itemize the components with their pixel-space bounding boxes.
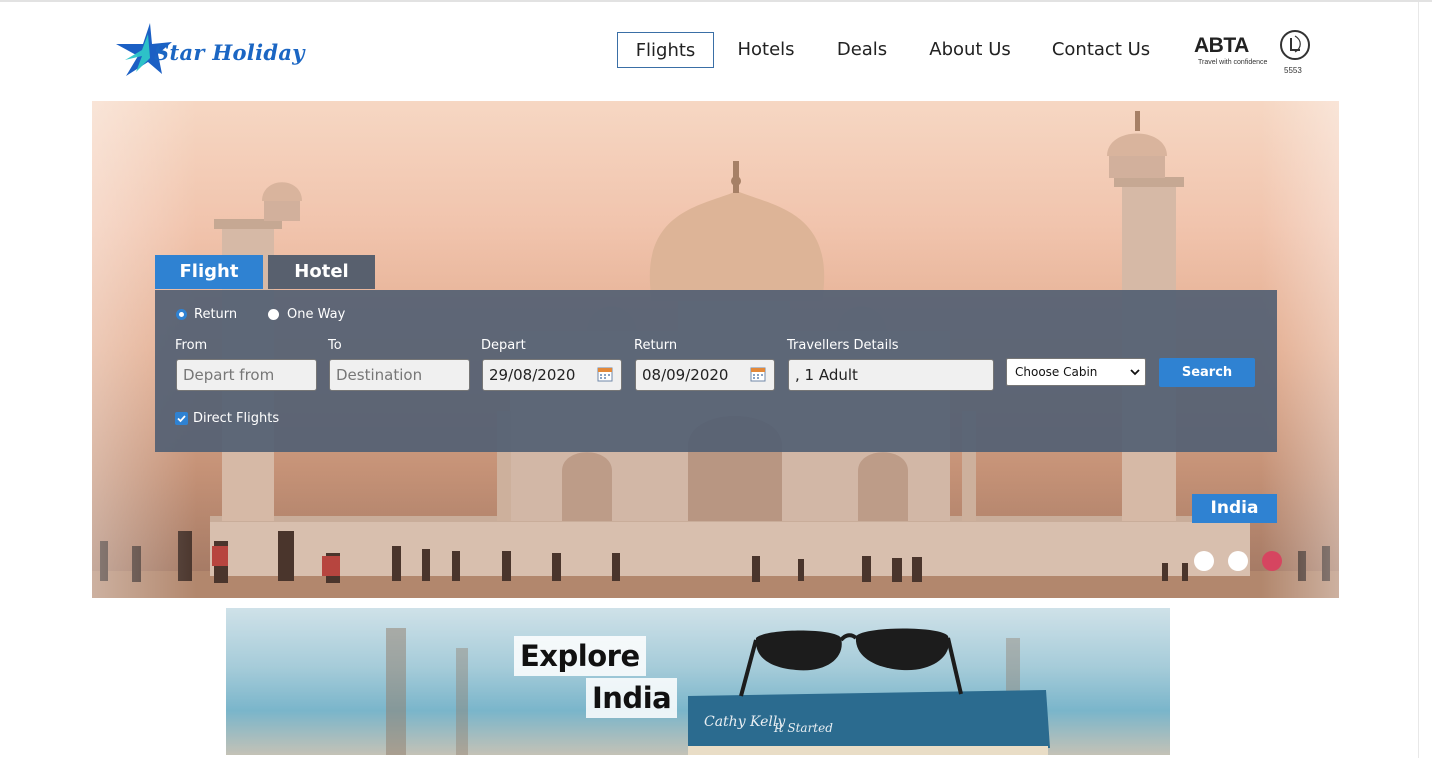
explore-banner[interactable]: Cathy Kelly It Started Explore India <box>226 608 1170 755</box>
nav-flights[interactable]: Flights <box>617 32 714 68</box>
slider-dot-2[interactable] <box>1228 551 1248 571</box>
depart-from-input[interactable]: Depart from <box>176 359 317 391</box>
to-label: To <box>328 338 342 353</box>
cabin-select-value: Choose Cabin <box>1015 365 1098 379</box>
nav-hotels[interactable]: Hotels <box>730 32 802 68</box>
banner-line-2: India <box>586 678 678 718</box>
nav-deals[interactable]: Deals <box>830 32 894 68</box>
nav-about-us[interactable]: About Us <box>922 32 1018 68</box>
brand-name: Star Holiday <box>154 40 305 65</box>
banner-line-1: Explore <box>514 636 646 676</box>
abta-logo: ABTA Travel with confidence 5553 <box>1194 30 1318 78</box>
travellers-input[interactable]: , 1 Adult <box>788 359 994 391</box>
calendar-icon[interactable] <box>750 366 766 382</box>
destination-input[interactable]: Destination <box>329 359 470 391</box>
destination-badge: India <box>1192 494 1277 523</box>
checkmark-icon <box>177 415 186 423</box>
slider-dot-3-active[interactable] <box>1262 551 1282 571</box>
beach-book-sunglasses-image: Cathy Kelly It Started <box>226 608 1170 755</box>
chevron-down-icon <box>1130 369 1140 376</box>
calendar-icon[interactable] <box>597 366 613 382</box>
one-way-radio[interactable] <box>268 309 279 320</box>
travellers-label: Travellers Details <box>787 338 899 353</box>
tab-flight[interactable]: Flight <box>155 255 263 289</box>
slider-dot-1[interactable] <box>1194 551 1214 571</box>
atol-badge-icon <box>1280 30 1310 60</box>
tab-hotel[interactable]: Hotel <box>268 255 375 289</box>
brand-logo[interactable]: Star Holiday <box>112 20 312 80</box>
abta-tagline: Travel with confidence <box>1198 59 1268 66</box>
return-radio[interactable] <box>176 309 187 320</box>
nav-contact-us[interactable]: Contact Us <box>1046 32 1156 68</box>
from-label: From <box>175 338 208 353</box>
return-radio-label: Return <box>194 307 238 322</box>
search-button[interactable]: Search <box>1159 358 1255 387</box>
abta-name: ABTA <box>1194 34 1249 57</box>
cabin-select[interactable]: Choose Cabin <box>1006 358 1146 386</box>
depart-label: Depart <box>481 338 526 353</box>
return-label: Return <box>634 338 678 353</box>
abta-number: 5553 <box>1284 66 1302 75</box>
top-border <box>0 0 1432 2</box>
direct-flights-checkbox[interactable] <box>175 412 188 425</box>
svg-text:It Started: It Started <box>773 721 833 735</box>
direct-flights-label: Direct Flights <box>193 411 280 426</box>
one-way-radio-label: One Way <box>287 307 346 322</box>
right-border <box>1418 2 1419 758</box>
